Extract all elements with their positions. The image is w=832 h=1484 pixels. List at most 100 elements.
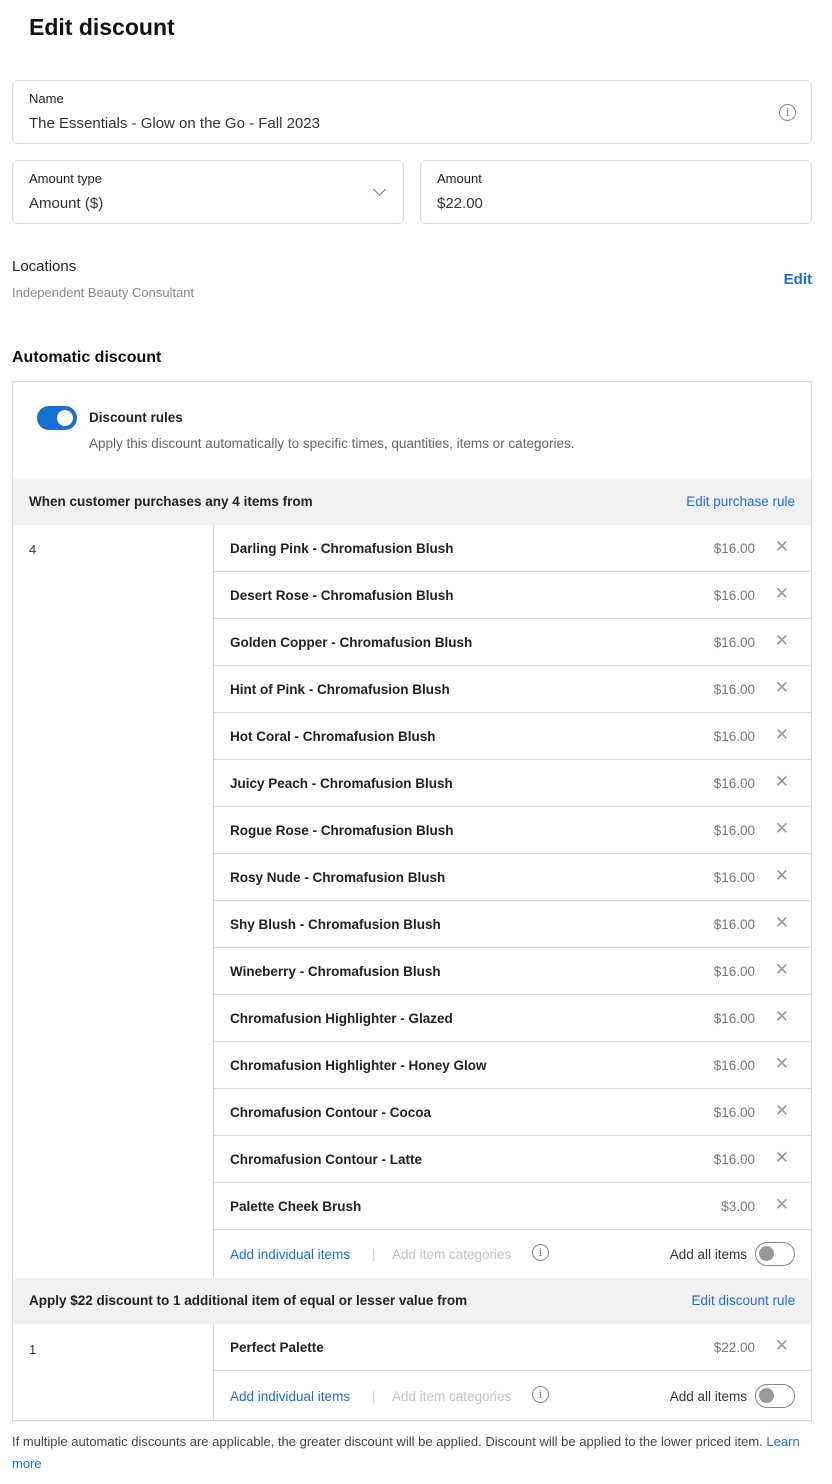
close-icon[interactable]: ✕ <box>775 679 789 697</box>
list-item: Chromafusion Contour - Latte $16.00 ✕ <box>214 1136 811 1183</box>
edit-discount-rule-link[interactable]: Edit discount rule <box>691 1293 795 1308</box>
purchase-rule-header: When customer purchases any 4 items from… <box>13 479 811 525</box>
add-all-items-toggle[interactable] <box>755 1384 795 1408</box>
add-individual-items-link[interactable]: Add individual items <box>230 1247 350 1262</box>
item-name: Hint of Pink - Chromafusion Blush <box>230 682 450 697</box>
item-name: Wineberry - Chromafusion Blush <box>230 964 441 979</box>
add-item-categories-link: Add item categories <box>392 1247 512 1262</box>
item-price: $16.00 <box>713 729 755 744</box>
amount-value: $22.00 <box>437 195 483 212</box>
discount-rules-card: Discount rules Apply this discount autom… <box>12 381 812 1421</box>
close-icon[interactable]: ✕ <box>775 914 789 932</box>
item-price: $22.00 <box>713 1340 755 1355</box>
close-icon[interactable]: ✕ <box>775 773 789 791</box>
locations-edit-link[interactable]: Edit <box>784 271 812 288</box>
close-icon[interactable]: ✕ <box>775 1337 789 1355</box>
add-all-items-toggle[interactable] <box>755 1242 795 1266</box>
add-item-categories-link: Add item categories <box>392 1389 512 1404</box>
list-item: Golden Copper - Chromafusion Blush $16.00… <box>214 619 811 666</box>
close-icon[interactable]: ✕ <box>775 585 789 603</box>
item-name: Rosy Nude - Chromafusion Blush <box>230 870 446 885</box>
list-item: Chromafusion Highlighter - Glazed $16.00 ✕ <box>214 995 811 1042</box>
item-name: Chromafusion Contour - Cocoa <box>230 1105 431 1120</box>
item-name: Darling Pink - Chromafusion Blush <box>230 541 454 556</box>
list-item: Juicy Peach - Chromafusion Blush $16.00 ✕ <box>214 760 811 807</box>
item-price: $16.00 <box>713 541 755 556</box>
close-icon[interactable]: ✕ <box>775 961 789 979</box>
item-name: Palette Cheek Brush <box>230 1199 362 1214</box>
name-field[interactable]: Name The Essentials - Glow on the Go - F… <box>12 80 812 144</box>
page-title: Edit discount <box>29 14 175 40</box>
add-individual-items-link[interactable]: Add individual items <box>230 1389 350 1404</box>
discount-add-row: Add individual items | Add item categori… <box>214 1372 811 1420</box>
close-icon[interactable]: ✕ <box>775 1196 789 1214</box>
item-price: $16.00 <box>713 1152 755 1167</box>
add-all-items-label: Add all items <box>669 1389 747 1404</box>
close-icon[interactable]: ✕ <box>775 538 789 556</box>
locations-title: Locations <box>12 258 77 275</box>
footer-note-text: If multiple automatic discounts are appl… <box>12 1434 763 1449</box>
purchase-add-row: Add individual items | Add item categori… <box>214 1230 811 1278</box>
close-icon[interactable]: ✕ <box>775 1008 789 1026</box>
item-name: Chromafusion Contour - Latte <box>230 1152 422 1167</box>
item-name: Juicy Peach - Chromafusion Blush <box>230 776 453 791</box>
list-item: Desert Rose - Chromafusion Blush $16.00 ✕ <box>214 572 811 619</box>
amount-type-label: Amount type <box>29 171 102 186</box>
name-field-value: The Essentials - Glow on the Go - Fall 2… <box>29 115 320 132</box>
item-price: $16.00 <box>713 1105 755 1120</box>
item-price: $16.00 <box>713 870 755 885</box>
list-item: Hint of Pink - Chromafusion Blush $16.00 ✕ <box>214 666 811 713</box>
amount-field[interactable]: Amount $22.00 <box>420 160 812 224</box>
purchase-quantity: 4 <box>29 542 37 557</box>
item-name: Hot Coral - Chromafusion Blush <box>230 729 436 744</box>
footer-note: If multiple automatic discounts are appl… <box>12 1431 820 1475</box>
item-price: $16.00 <box>713 823 755 838</box>
list-item: Chromafusion Contour - Cocoa $16.00 ✕ <box>214 1089 811 1136</box>
item-price: $16.00 <box>713 588 755 603</box>
item-price: $3.00 <box>721 1199 755 1214</box>
purchase-rule-title: When customer purchases any 4 items from <box>29 494 313 509</box>
list-item: Rosy Nude - Chromafusion Blush $16.00 ✕ <box>214 854 811 901</box>
edit-purchase-rule-link[interactable]: Edit purchase rule <box>686 494 795 509</box>
item-price: $16.00 <box>713 1011 755 1026</box>
chevron-down-icon <box>373 183 386 196</box>
info-icon[interactable]: i <box>532 1386 549 1403</box>
item-price: $16.00 <box>713 635 755 650</box>
item-name: Chromafusion Highlighter - Honey Glow <box>230 1058 487 1073</box>
list-item: Hot Coral - Chromafusion Blush $16.00 ✕ <box>214 713 811 760</box>
item-name: Rogue Rose - Chromafusion Blush <box>230 823 454 838</box>
item-name: Shy Blush - Chromafusion Blush <box>230 917 441 932</box>
item-name: Desert Rose - Chromafusion Blush <box>230 588 454 603</box>
close-icon[interactable]: ✕ <box>775 1149 789 1167</box>
list-item: Palette Cheek Brush $3.00 ✕ <box>214 1183 811 1230</box>
info-icon[interactable]: i <box>532 1244 549 1261</box>
item-price: $16.00 <box>713 964 755 979</box>
item-name: Chromafusion Highlighter - Glazed <box>230 1011 453 1026</box>
discount-rule-header: Apply $22 discount to 1 additional item … <box>13 1278 811 1324</box>
list-item: Darling Pink - Chromafusion Blush $16.00 ✕ <box>214 525 811 572</box>
item-price: $16.00 <box>713 776 755 791</box>
add-all-items-label: Add all items <box>669 1247 747 1262</box>
discount-rules-toggle[interactable] <box>37 406 77 430</box>
list-item: Shy Blush - Chromafusion Blush $16.00 ✕ <box>214 901 811 948</box>
item-price: $16.00 <box>713 682 755 697</box>
item-name: Golden Copper - Chromafusion Blush <box>230 635 473 650</box>
list-item: Wineberry - Chromafusion Blush $16.00 ✕ <box>214 948 811 995</box>
separator: | <box>372 1247 376 1262</box>
amount-type-select[interactable]: Amount type Amount ($) <box>12 160 404 224</box>
name-field-label: Name <box>29 91 64 106</box>
close-icon[interactable]: ✕ <box>775 820 789 838</box>
list-item: Perfect Palette $22.00 ✕ <box>214 1324 811 1371</box>
close-icon[interactable]: ✕ <box>775 632 789 650</box>
close-icon[interactable]: ✕ <box>775 726 789 744</box>
close-icon[interactable]: ✕ <box>775 1102 789 1120</box>
list-item: Rogue Rose - Chromafusion Blush $16.00 ✕ <box>214 807 811 854</box>
separator: | <box>372 1389 376 1404</box>
close-icon[interactable]: ✕ <box>775 1055 789 1073</box>
info-icon[interactable]: i <box>779 104 796 121</box>
item-price: $16.00 <box>713 917 755 932</box>
close-icon[interactable]: ✕ <box>775 867 789 885</box>
discount-quantity: 1 <box>29 1342 37 1357</box>
discount-rules-description: Apply this discount automatically to spe… <box>89 436 575 451</box>
discount-rules-label: Discount rules <box>89 410 183 425</box>
